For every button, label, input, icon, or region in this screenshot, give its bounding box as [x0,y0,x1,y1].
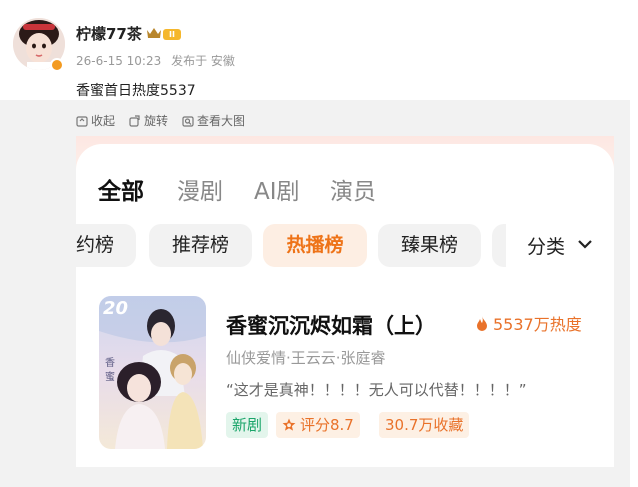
view-large-icon [182,115,194,127]
category-dropdown[interactable]: 分类 [527,232,565,259]
score-text: 评分8.7 [300,416,354,434]
page-edge [630,0,638,487]
username[interactable]: 柠檬77茶 [76,23,142,44]
view-large-button[interactable]: 查看大图 [182,112,245,129]
svg-text:香: 香 [105,357,115,369]
collapse-label: 收起 [91,114,116,128]
chip-hot-rank[interactable]: 热播榜 [263,224,367,267]
rotate-button[interactable]: 旋转 [129,112,168,129]
chevron-down-icon[interactable] [577,239,593,250]
score-star-icon [282,418,296,431]
post-text: 香蜜首日热度5537 [76,83,196,99]
new-drama-badge: 新剧 [226,412,269,438]
heat-text: 5537万热度 [493,315,582,334]
image-actions: 收起 旋转 查看大图 [76,112,245,129]
chip-zhenguo-rank[interactable]: 臻果榜 [378,224,481,267]
chip-partial-rank[interactable]: 约榜 [76,224,136,267]
drama-title[interactable]: 香蜜沉沉烬如霜（上） [226,310,436,340]
crown-icon [147,28,161,38]
svg-text:蜜: 蜜 [105,370,115,383]
tab-ai-drama[interactable]: AI剧 [254,172,300,206]
verified-badge-icon [50,58,64,72]
rotate-icon [129,114,140,127]
collapse-button[interactable]: 收起 [76,112,115,129]
rank-number: 20 [103,298,129,319]
view-large-label: 查看大图 [197,114,246,128]
flame-icon [477,315,487,331]
embedded-screenshot[interactable]: 全部 漫剧 AI剧 演员 约榜 推荐榜 热播榜 臻果榜 分类 香 蜜 20 香蜜… [76,136,614,467]
post-meta: 26-6-15 10:23 发布于 安徽 [76,52,235,69]
drama-tags: 仙侠爱情·王云云·张庭睿 [226,349,386,367]
favorites-badge: 30.7万收藏 [379,412,470,438]
post-source: 发布于 安徽 [171,54,235,68]
drama-quote: “这才是真神！！！！无人可以代替！！！！” [226,381,527,399]
collapse-icon [76,115,88,127]
heat-value: 5537万热度 [476,311,582,335]
tab-all[interactable]: 全部 [98,172,144,206]
chip-recommend-rank[interactable]: 推荐榜 [149,224,252,267]
rotate-label: 旋转 [144,114,169,128]
level-badge: II [163,29,181,40]
tab-comic-drama[interactable]: 漫剧 [177,172,223,206]
post-time: 26-6-15 10:23 [76,54,162,68]
tab-actors[interactable]: 演员 [330,172,376,206]
score-badge: 评分8.7 [276,412,360,438]
drama-panel: 全部 漫剧 AI剧 演员 约榜 推荐榜 热播榜 臻果榜 分类 香 蜜 20 香蜜… [76,144,614,467]
drama-poster[interactable]: 香 蜜 20 [99,296,206,449]
chip-partial-next[interactable] [492,224,506,267]
